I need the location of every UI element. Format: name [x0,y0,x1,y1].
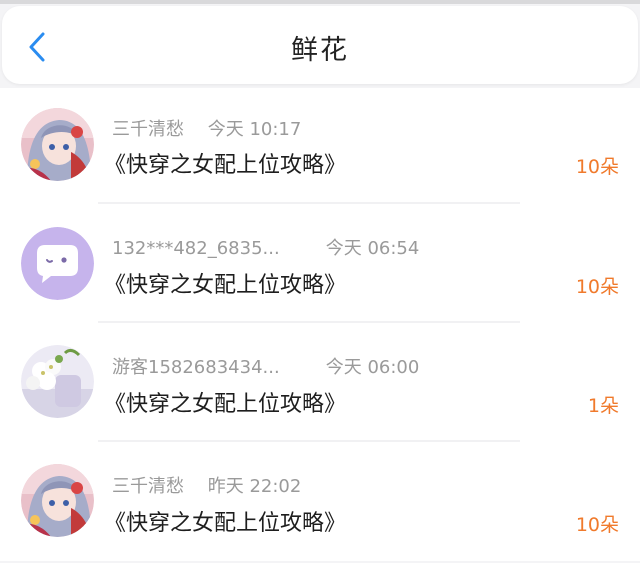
avatar [21,464,94,537]
gift-time: 今天 10:17 [207,119,302,140]
flower-gift-list: 三千清愁 今天 10:17 《快穿之女配上位攻略》 10朵 132***482_… [0,88,640,561]
user-name: 游客1582683434... [112,357,280,378]
anime-girl-avatar-icon [21,464,94,537]
avatar [21,345,94,418]
book-title[interactable]: 《快穿之女配上位攻略》 [104,267,346,299]
gift-time: 今天 06:00 [325,357,420,378]
gift-time: 昨天 22:02 [207,476,302,497]
list-item[interactable]: 三千清愁 今天 10:17 《快穿之女配上位攻略》 10朵 [0,88,640,204]
book-title[interactable]: 《快穿之女配上位攻略》 [104,147,346,179]
anime-girl-avatar-icon [21,108,94,181]
gift-time: 今天 06:54 [325,238,420,259]
list-item[interactable]: 游客1582683434... 今天 06:00 《快穿之女配上位攻略》 1朵 [0,323,640,442]
avatar [21,108,94,181]
flower-count: 1朵 [587,395,619,417]
book-title[interactable]: 《快穿之女配上位攻略》 [104,386,346,418]
status-strip [0,0,640,4]
flower-count: 10朵 [575,514,619,536]
list-item[interactable]: 三千清愁 昨天 22:02 《快穿之女配上位攻略》 10朵 [0,442,640,561]
user-name: 三千清愁 [112,119,184,140]
page-title: 鲜花 [291,35,349,66]
user-name: 三千清愁 [112,476,184,497]
gift-meta: 三千清愁 昨天 22:02 [112,472,301,498]
gift-meta: 游客1582683434... 今天 06:00 [112,353,419,379]
chat-bubble-avatar-icon [21,227,94,300]
book-title[interactable]: 《快穿之女配上位攻略》 [104,505,346,537]
user-name: 132***482_6835... [112,238,280,259]
gift-meta: 132***482_6835... 今天 06:54 [112,234,419,260]
avatar [21,227,94,300]
flower-count: 10朵 [575,276,619,298]
gift-meta: 三千清愁 今天 10:17 [112,115,301,141]
flower-count: 10朵 [575,156,619,178]
list-item[interactable]: 132***482_6835... 今天 06:54 《快穿之女配上位攻略》 1… [0,204,640,323]
flower-avatar-icon [21,345,94,418]
nav-header: 鲜花 [2,6,638,84]
